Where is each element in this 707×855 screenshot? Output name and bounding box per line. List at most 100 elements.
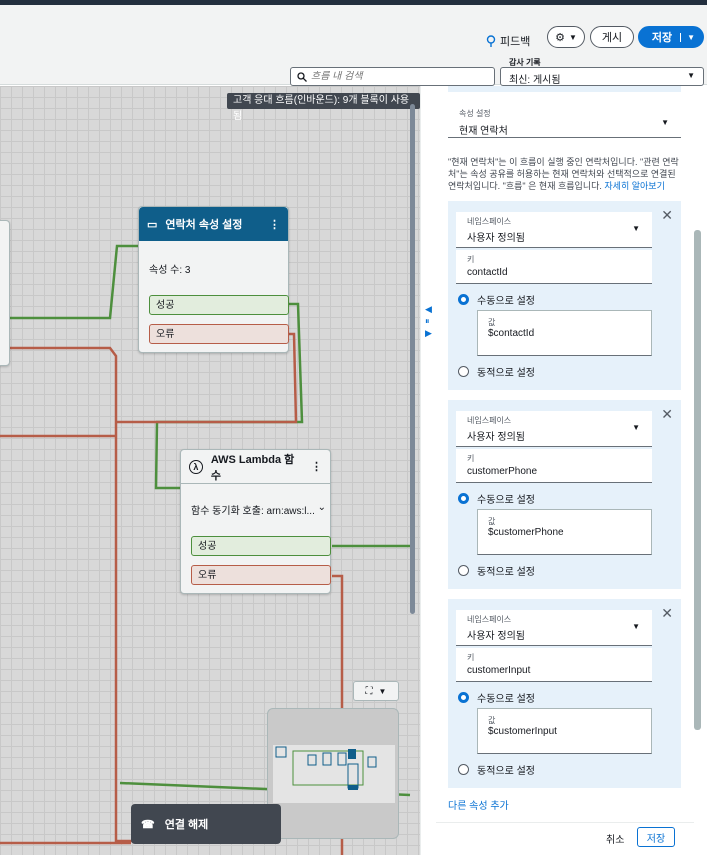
key-value: customerPhone: [467, 466, 538, 477]
caret-down-icon: ▼: [632, 224, 640, 233]
lambda-header: λ AWS Lambda 함수 ⋮: [181, 450, 330, 484]
close-icon[interactable]: ✕: [661, 207, 673, 224]
save-button[interactable]: 저장 ▼: [638, 26, 704, 48]
audit-value: 최신: 게시됨: [509, 75, 561, 86]
key-field[interactable]: 키 customerInput: [456, 648, 652, 682]
flow-search[interactable]: [290, 67, 495, 86]
key-field[interactable]: 키 contactId: [456, 250, 652, 284]
attribute-card: ✕ 네임스페이스 사용자 정의됨 ▼ 키 customerPhone 수동으로 …: [448, 400, 681, 589]
namespace-value: 사용자 정의됨: [467, 233, 525, 244]
dynamic-label: 동적으로 설정: [477, 766, 535, 777]
radio-unchecked-icon: [458, 366, 469, 377]
caret-down-icon: ▼: [661, 118, 669, 127]
value-field[interactable]: 값 $customerPhone: [477, 509, 652, 555]
dynamic-radio[interactable]: 동적으로 설정: [458, 762, 535, 777]
attribute-card: ✕ 네임스페이스 사용자 정의됨 ▼ 키 customerInput 수동으로 …: [448, 599, 681, 788]
value-field[interactable]: 값 $contactId: [477, 310, 652, 356]
canvas-scrollbar[interactable]: [410, 104, 415, 614]
manual-radio[interactable]: 수동으로 설정: [458, 491, 535, 506]
namespace-select[interactable]: 네임스페이스 사용자 정의됨 ▼: [456, 610, 652, 646]
hang-up-icon: ☎: [141, 818, 155, 831]
radio-unchecked-icon: [458, 764, 469, 775]
error-port[interactable]: 오류: [191, 565, 331, 585]
key-value: contactId: [467, 267, 508, 278]
settings-button[interactable]: ⚙ ▼: [547, 26, 585, 48]
disconnect-block[interactable]: ☎ 연결 해제: [131, 804, 281, 844]
panel-scrollbar[interactable]: [694, 230, 701, 730]
attribute-card: ✕ 네임스페이스 사용자 정의됨 ▼ 키 contactId 수동으로 설정 값…: [448, 201, 681, 390]
audit-select[interactable]: 최신: 게시됨 ▼: [500, 67, 704, 86]
attribute-setting-select[interactable]: 속성 설정 현재 연락처 ▼: [448, 108, 681, 138]
dynamic-label: 동적으로 설정: [477, 567, 535, 578]
attribute-description: "현재 연락처"는 이 흐름이 실행 중인 연락처입니다. "관련 연락처"는 …: [448, 156, 681, 192]
feedback-label: 피드백: [500, 36, 531, 48]
value-field[interactable]: 값 $customerInput: [477, 708, 652, 754]
key-label: 키: [467, 255, 475, 264]
cancel-button[interactable]: 취소: [606, 831, 624, 846]
caret-down-icon: ▼: [632, 622, 640, 631]
namespace-value: 사용자 정의됨: [467, 432, 525, 443]
panel-top-strip: [448, 86, 681, 92]
more-options-icon[interactable]: ⋮: [311, 460, 322, 473]
radio-checked-icon: [458, 493, 469, 504]
manual-label: 수동으로 설정: [477, 495, 535, 506]
manual-radio[interactable]: 수동으로 설정: [458, 690, 535, 705]
more-options-icon[interactable]: ⋮: [269, 218, 280, 231]
caret-down-icon: ▼: [378, 686, 387, 696]
namespace-select[interactable]: 네임스페이스 사용자 정의됨 ▼: [456, 212, 652, 248]
search-input[interactable]: [311, 71, 481, 82]
learn-more-link[interactable]: 자세히 알아보기: [604, 181, 664, 191]
panel-splitter[interactable]: ◀ ⏸ ▶: [420, 86, 436, 855]
add-attribute-link[interactable]: 다른 속성 추가: [448, 797, 509, 812]
feedback-link[interactable]: 피드백: [486, 33, 530, 49]
key-value: customerInput: [467, 665, 531, 676]
caret-down-icon: ▼: [687, 71, 695, 80]
value-label: 값: [488, 716, 496, 725]
value-text: $customerPhone: [488, 527, 564, 538]
value-label: 값: [488, 318, 496, 327]
manual-radio[interactable]: 수동으로 설정: [458, 292, 535, 307]
chevron-down-icon: ▼: [568, 32, 577, 42]
search-icon: [297, 71, 307, 82]
lambda-invoke: 함수 동기화 호출: arn:aws:l... ⌄: [191, 502, 326, 517]
lambda-icon: λ: [189, 459, 203, 474]
dynamic-radio[interactable]: 동적으로 설정: [458, 364, 535, 379]
manual-label: 수동으로 설정: [477, 296, 535, 307]
chevron-down-icon[interactable]: ⌄: [318, 502, 326, 517]
lambda-invoke-text: 함수 동기화 호출: arn:aws:l...: [191, 506, 315, 517]
namespace-label: 네임스페이스: [467, 615, 512, 624]
success-port[interactable]: 성공: [149, 295, 289, 315]
attribute-setting-value: 현재 연락처: [459, 126, 508, 137]
namespace-value: 사용자 정의됨: [467, 631, 525, 642]
key-field[interactable]: 키 customerPhone: [456, 449, 652, 483]
save-label: 저장: [651, 32, 673, 44]
splitter-handle-icon[interactable]: ◀ ⏸ ▶: [425, 303, 432, 339]
close-icon[interactable]: ✕: [661, 406, 673, 423]
save-dropdown-icon[interactable]: ▼: [680, 32, 695, 42]
namespace-label: 네임스페이스: [467, 217, 512, 226]
error-port[interactable]: 오류: [149, 324, 289, 344]
value-text: $contactId: [488, 328, 535, 339]
minimap[interactable]: [267, 708, 399, 839]
publish-button[interactable]: 게시: [590, 26, 634, 48]
offscreen-block[interactable]: [0, 220, 10, 366]
namespace-select[interactable]: 네임스페이스 사용자 정의됨 ▼: [456, 411, 652, 447]
disconnect-title: 연결 해제: [164, 819, 209, 831]
set-attributes-title: 연락처 속성 설정: [165, 219, 243, 231]
dynamic-label: 동적으로 설정: [477, 368, 535, 379]
flow-banner: 고객 응대 흐름(인바운드): 9개 블록이 사용됨: [227, 93, 420, 122]
fit-view-button[interactable]: ⛶ ▼: [353, 681, 399, 701]
lambda-block[interactable]: λ AWS Lambda 함수 ⋮ 함수 동기화 호출: arn:aws:l..…: [180, 449, 331, 594]
lambda-title: AWS Lambda 함수: [210, 453, 295, 482]
namespace-label: 네임스페이스: [467, 416, 512, 425]
dynamic-radio[interactable]: 동적으로 설정: [458, 563, 535, 578]
panel-save-button[interactable]: 저장: [637, 827, 675, 847]
set-attributes-block[interactable]: ▭ 연락처 속성 설정 ⋮ 속성 수: 3 성공 오류: [138, 206, 289, 353]
set-attributes-header: ▭ 연락처 속성 설정 ⋮: [139, 207, 288, 241]
fit-view-icon: ⛶: [365, 685, 373, 697]
success-port[interactable]: 성공: [191, 536, 331, 556]
manual-label: 수동으로 설정: [477, 694, 535, 705]
close-icon[interactable]: ✕: [661, 605, 673, 622]
flow-canvas[interactable]: 고객 응대 흐름(인바운드): 9개 블록이 사용됨 ▭ 연락처 속성 설정 ⋮…: [0, 86, 420, 855]
key-label: 키: [467, 454, 475, 463]
